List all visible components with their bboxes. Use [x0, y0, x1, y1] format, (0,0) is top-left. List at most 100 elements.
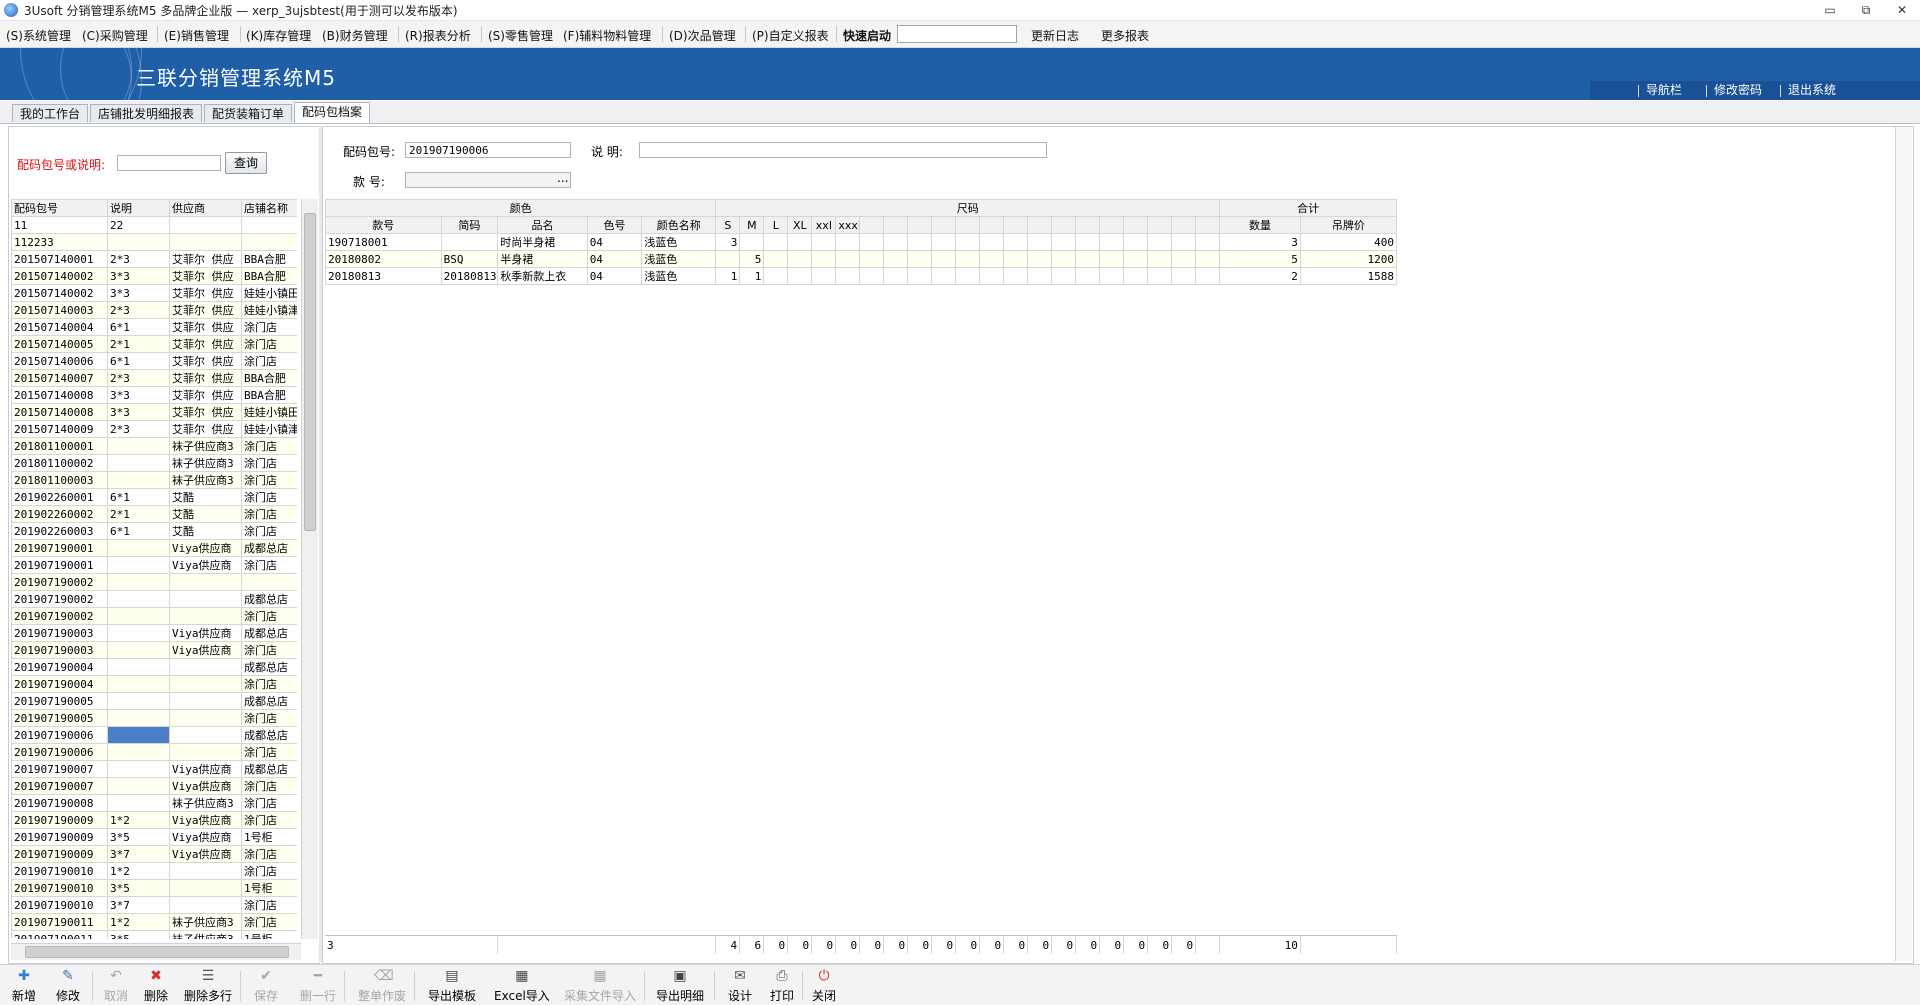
table-cell[interactable]: 秋季新款上衣: [497, 267, 588, 285]
table-row[interactable]: 201907190010 3*5 1号柜: [11, 879, 297, 897]
cell-pack-code[interactable]: 201907190002: [11, 607, 108, 625]
style-no-picker-button[interactable]: ...: [557, 171, 568, 185]
cell-store[interactable]: 涂门店: [241, 641, 297, 659]
cell-description[interactable]: [107, 454, 170, 472]
cell-supplier[interactable]: 艾菲尔 供应: [169, 267, 242, 285]
cell-pack-code[interactable]: 201801100001: [11, 437, 108, 455]
cell-description[interactable]: [107, 233, 170, 251]
cell-description[interactable]: 3*3: [107, 284, 170, 302]
nav-panel-link[interactable]: 导航栏: [1646, 81, 1682, 98]
table-row[interactable]: 201907190010 3*7 涂门店: [11, 896, 297, 914]
cell-description[interactable]: 3*3: [107, 267, 170, 285]
excel-import-button[interactable]: ▦ Excel导入: [494, 968, 550, 1004]
table-cell[interactable]: 时尚半身裙: [497, 233, 588, 251]
cell-description[interactable]: 3*7: [107, 896, 170, 914]
cell-store[interactable]: 涂门店: [241, 794, 297, 812]
cell-pack-code[interactable]: 201801100002: [11, 454, 108, 472]
table-row[interactable]: 201907190006 涂门店: [11, 743, 297, 761]
col-header-empty-size[interactable]: [1171, 216, 1197, 234]
table-cell[interactable]: [883, 233, 909, 251]
cell-store[interactable]: 涂门店: [241, 777, 297, 795]
table-cell[interactable]: [1027, 233, 1053, 251]
cell-pack-code[interactable]: 201507140002: [11, 284, 108, 302]
edit-button[interactable]: ✎ 修改: [56, 968, 80, 1004]
add-button[interactable]: ✚ 新增: [12, 968, 36, 1004]
cell-description[interactable]: [107, 556, 170, 574]
update-log-link[interactable]: 更新日志: [1031, 27, 1079, 44]
table-cell[interactable]: 浅蓝色: [641, 233, 717, 251]
cell-pack-code[interactable]: 201902260002: [11, 505, 108, 523]
table-cell[interactable]: 5: [1219, 250, 1301, 268]
cell-store[interactable]: [241, 216, 297, 234]
table-cell[interactable]: [1147, 233, 1173, 251]
cell-store[interactable]: BBA合肥: [241, 386, 297, 404]
table-row[interactable]: 112233: [11, 233, 297, 251]
table-cell[interactable]: 3: [1219, 233, 1301, 251]
col-header-empty-size[interactable]: [1099, 216, 1125, 234]
close-window-button[interactable]: ✕: [1888, 0, 1916, 20]
tab-size-pack-archive[interactable]: 配码包档案: [294, 102, 371, 123]
cell-description[interactable]: [107, 709, 170, 727]
table-cell[interactable]: [715, 250, 741, 268]
table-cell[interactable]: [955, 267, 981, 285]
table-cell[interactable]: [763, 250, 789, 268]
right-vertical-scrollbar[interactable]: [1895, 127, 1912, 961]
table-cell[interactable]: [835, 250, 861, 268]
table-cell[interactable]: [440, 233, 499, 251]
cell-supplier[interactable]: Viya供应商: [169, 777, 242, 795]
cell-supplier[interactable]: 艾酷: [169, 505, 242, 523]
table-cell[interactable]: [1075, 250, 1101, 268]
col-header[interactable]: S: [715, 216, 741, 234]
cell-description[interactable]: [107, 607, 170, 625]
table-cell[interactable]: [859, 267, 885, 285]
cell-store[interactable]: [241, 233, 297, 251]
cell-pack-code[interactable]: 201907190002: [11, 573, 108, 591]
col-header[interactable]: 颜色名称: [641, 216, 717, 234]
cell-description[interactable]: 1*2: [107, 913, 170, 931]
table-cell[interactable]: [1123, 267, 1149, 285]
table-cell[interactable]: [907, 233, 933, 251]
cell-description[interactable]: [107, 539, 170, 557]
table-cell[interactable]: 04: [586, 267, 643, 285]
cell-pack-code[interactable]: 201507140004: [11, 318, 108, 336]
delete-button[interactable]: ✖ 删除: [144, 968, 168, 1004]
cell-supplier[interactable]: 艾菲尔 供应: [169, 335, 242, 353]
cell-store[interactable]: BBA合肥: [241, 369, 297, 387]
cell-supplier[interactable]: 艾菲尔 供应: [169, 403, 242, 421]
table-cell[interactable]: [1171, 267, 1197, 285]
table-row[interactable]: 201507140009 2*3 艾菲尔 供应 娃娃小镇津: [11, 420, 297, 438]
table-cell[interactable]: [1075, 267, 1101, 285]
query-button[interactable]: 查询: [225, 152, 267, 174]
cell-pack-code[interactable]: 201507140009: [11, 420, 108, 438]
col-header-empty-size[interactable]: [1003, 216, 1029, 234]
cell-description[interactable]: [107, 624, 170, 642]
table-cell[interactable]: [1003, 250, 1029, 268]
cell-description[interactable]: 2*3: [107, 250, 170, 268]
table-row[interactable]: 201907190004 涂门店: [11, 675, 297, 693]
table-row[interactable]: 20180802 BSQ 半身裙 04 浅蓝色 5 5 1200: [325, 250, 1398, 268]
cell-supplier[interactable]: [169, 862, 242, 880]
cell-pack-code[interactable]: 201907190010: [11, 896, 108, 914]
table-cell[interactable]: [1147, 267, 1173, 285]
cell-description[interactable]: [107, 641, 170, 659]
cell-store[interactable]: 涂门店: [241, 488, 297, 506]
table-cell[interactable]: 半身裙: [497, 250, 588, 268]
table-cell[interactable]: [979, 250, 1005, 268]
cell-store[interactable]: 成都总店: [241, 658, 297, 676]
cell-supplier[interactable]: Viya供应商: [169, 641, 242, 659]
change-password-link[interactable]: 修改密码: [1714, 81, 1762, 98]
table-cell[interactable]: [763, 233, 789, 251]
more-reports-link[interactable]: 更多报表: [1101, 27, 1149, 44]
cell-description[interactable]: 6*1: [107, 488, 170, 506]
cell-pack-code[interactable]: 201907190009: [11, 811, 108, 829]
cell-supplier[interactable]: [169, 607, 242, 625]
void-order-button[interactable]: ⌫ 整单作废: [358, 968, 406, 1004]
cell-description[interactable]: [107, 675, 170, 693]
cell-store[interactable]: 成都总店: [241, 726, 297, 744]
cell-supplier[interactable]: [169, 233, 242, 251]
cell-pack-code[interactable]: 201507140005: [11, 335, 108, 353]
menu-purchase[interactable]: (C)采购管理: [82, 27, 148, 44]
table-cell[interactable]: [955, 250, 981, 268]
table-row[interactable]: 201507140003 2*3 艾菲尔 供应 娃娃小镇津: [11, 301, 297, 319]
cell-store[interactable]: 成都总店: [241, 590, 297, 608]
